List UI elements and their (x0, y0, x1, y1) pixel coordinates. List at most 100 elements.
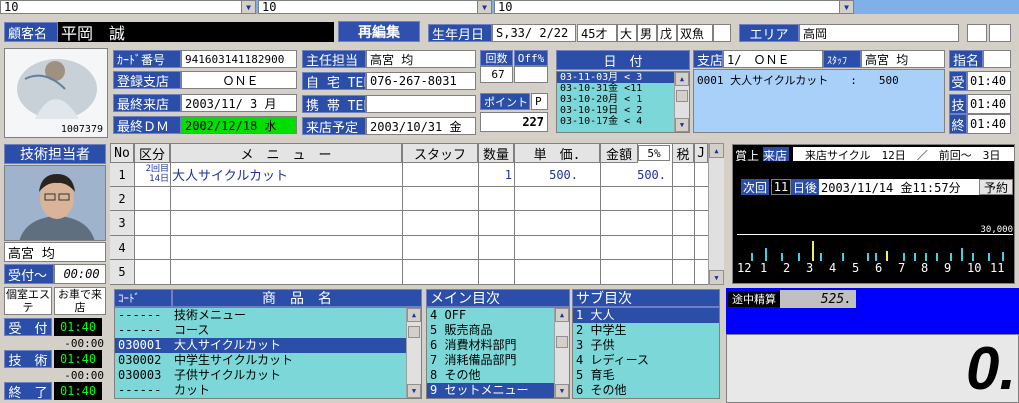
col-menu: メ ニ ュ ー (170, 143, 402, 163)
list-item[interactable]: 5 育毛 (573, 368, 719, 383)
scroll-thumb[interactable] (676, 90, 688, 102)
history-detail: 0001 大人サイクルカット : 500 (693, 69, 945, 133)
cycle-bar (812, 241, 814, 261)
private-room-button[interactable]: 個室エステ (4, 287, 52, 315)
reserve-button[interactable]: 予約 (979, 179, 1013, 195)
scroll-up-icon[interactable]: ▲ (675, 72, 689, 86)
scroll-up-icon[interactable]: ▲ (407, 308, 421, 322)
age: 45才 (577, 24, 617, 42)
list-item[interactable]: 03-11-03月 < 3 (557, 72, 689, 83)
list-item[interactable]: 030003 子供サイクルカット (115, 368, 421, 383)
qty-cell[interactable]: 1 (480, 164, 512, 185)
list-item[interactable]: 03-10-31金 <11 (557, 83, 689, 94)
scroll-down-icon[interactable]: ▼ (709, 270, 724, 285)
product-code: 030002 (118, 353, 162, 367)
dates-scrollbar[interactable]: ▲ ▼ (674, 72, 689, 132)
cycle-bar (820, 253, 822, 261)
tech-time: 01:40 (967, 94, 1011, 114)
tech-staff-name[interactable]: 高宮 均 (4, 242, 106, 262)
reedit-button[interactable]: 再編集 (338, 21, 420, 42)
scroll-down-icon[interactable]: ▼ (555, 384, 569, 398)
birth-date[interactable]: S,33/ 2/22 (492, 24, 576, 42)
after-label: 日後 (791, 179, 819, 195)
list-item[interactable]: 4 OFF (427, 308, 569, 323)
mobile-tel[interactable] (366, 95, 476, 113)
off-value[interactable] (514, 66, 548, 83)
top-dropdown-3-value: 10 (498, 0, 513, 14)
list-item[interactable]: 6 消費材料部門 (427, 338, 569, 353)
menu-cell[interactable]: 大人サイクルカット (172, 164, 400, 185)
list-item[interactable]: 03-10-19日 < 2 (557, 105, 689, 116)
kubun-cell[interactable]: 2回目 14日 (136, 164, 169, 185)
visits-label: 回数 (480, 50, 513, 66)
sex: 男 (637, 24, 657, 42)
planned-label: 来店予定 (302, 117, 366, 135)
card-no[interactable]: 941603141182900 (181, 50, 297, 68)
nomination-value[interactable] (983, 50, 1011, 68)
list-item[interactable]: 03-10-20月 < 1 (557, 94, 689, 105)
list-item[interactable]: 1 大人 (573, 308, 719, 323)
home-tel[interactable]: 076-267-8031 (366, 72, 476, 90)
sales-label: 賞上 (735, 149, 760, 161)
last-dm[interactable]: 2002/12/18 水 (181, 116, 297, 134)
product-list[interactable]: ------ 技術メニュー ------ コース 030001 大人サイクルカット 0… (114, 307, 422, 399)
scroll-thumb[interactable] (556, 336, 568, 348)
col-staff: スタッフ (402, 143, 478, 163)
col-amount: 金額 (600, 143, 638, 163)
cycle-bar (751, 253, 753, 261)
photo-caption: 1007379 (60, 124, 103, 135)
main-index-list[interactable]: 4 OFF 5 販売商品 6 消費材料部門 7 消耗備品部門 8 その他 9 セ… (426, 307, 570, 399)
list-item[interactable]: 4 レディース (573, 353, 719, 368)
list-item[interactable]: 9 セットメニュー (427, 383, 569, 398)
list-item[interactable]: 03-10-17金 < 4 (557, 116, 689, 127)
list-item[interactable]: 8 その他 (427, 368, 569, 383)
scroll-down-icon[interactable]: ▼ (407, 384, 421, 398)
store[interactable]: ＯＮＥ (181, 71, 297, 89)
main-staff-label: 主任担当 (302, 50, 366, 68)
list-item[interactable]: ------ カット (115, 383, 421, 398)
menu-table-scrollbar[interactable]: ▲ ▼ (708, 143, 724, 285)
list-item[interactable]: 7 消耗備品部門 (427, 353, 569, 368)
tech-staff-label: 技術担当者 (4, 144, 106, 164)
customer-name[interactable]: 平岡 誠 (58, 22, 334, 42)
top-dropdown-1[interactable]: 10 ▼ (0, 0, 256, 14)
scroll-down-icon[interactable]: ▼ (675, 118, 689, 132)
end-time: 01:40 (967, 114, 1011, 134)
flag-box-1[interactable] (967, 24, 987, 42)
cycle-bar (925, 253, 927, 261)
flag-box-2[interactable] (989, 24, 1011, 42)
amount-cell: 500. (637, 167, 666, 182)
tax-rate-button[interactable]: 5% (638, 145, 670, 161)
list-item[interactable]: 6 その他 (573, 383, 719, 398)
main-index-scrollbar[interactable]: ▲ ▼ (554, 308, 569, 398)
sub-index-list[interactable]: 1 大人 2 中学生 3 子供 4 レディース 5 育毛 6 その他 (572, 307, 720, 399)
recv-time: 01:40 (967, 71, 1011, 91)
price-cell[interactable]: 500. (516, 164, 578, 185)
top-dropdown-3[interactable]: 10 ▼ (494, 0, 854, 14)
extra-field[interactable] (713, 24, 731, 42)
dates-list[interactable]: 03-11-03月 < 3 03-10-31金 <11 03-10-20月 < … (556, 71, 690, 133)
visit-label: 来店 (763, 147, 789, 161)
product-code: ------ (118, 383, 162, 397)
area[interactable]: 高岡 (799, 24, 959, 42)
row-no: 1 (110, 163, 134, 186)
list-item[interactable]: 030002 中学生サイクルカット (115, 353, 421, 368)
cycle-bar (867, 253, 869, 261)
list-item[interactable]: 2 中学生 (573, 323, 719, 338)
scroll-thumb[interactable] (408, 326, 420, 338)
planned-date[interactable]: 2003/10/31 金 (366, 117, 476, 135)
store-label: 登録支店 (113, 71, 181, 89)
list-item[interactable]: 5 販売商品 (427, 323, 569, 338)
last-visit[interactable]: 2003/11/ 3 月 (181, 94, 297, 112)
main-staff[interactable]: 高宮 均 (366, 50, 476, 68)
product-scrollbar[interactable]: ▲ ▼ (406, 308, 421, 398)
month-tick: 7 (898, 261, 906, 275)
list-item[interactable]: 3 子供 (573, 338, 719, 353)
top-dropdown-2[interactable]: 10 ▼ (258, 0, 492, 14)
scroll-up-icon[interactable]: ▲ (709, 143, 724, 158)
list-item[interactable]: 030001 大人サイクルカット (115, 338, 421, 353)
scroll-up-icon[interactable]: ▲ (555, 308, 569, 322)
list-item[interactable]: ------ コース (115, 323, 421, 338)
list-item[interactable]: ------ 技術メニュー (115, 308, 421, 323)
car-visit-button[interactable]: お車で来店 (54, 287, 106, 315)
